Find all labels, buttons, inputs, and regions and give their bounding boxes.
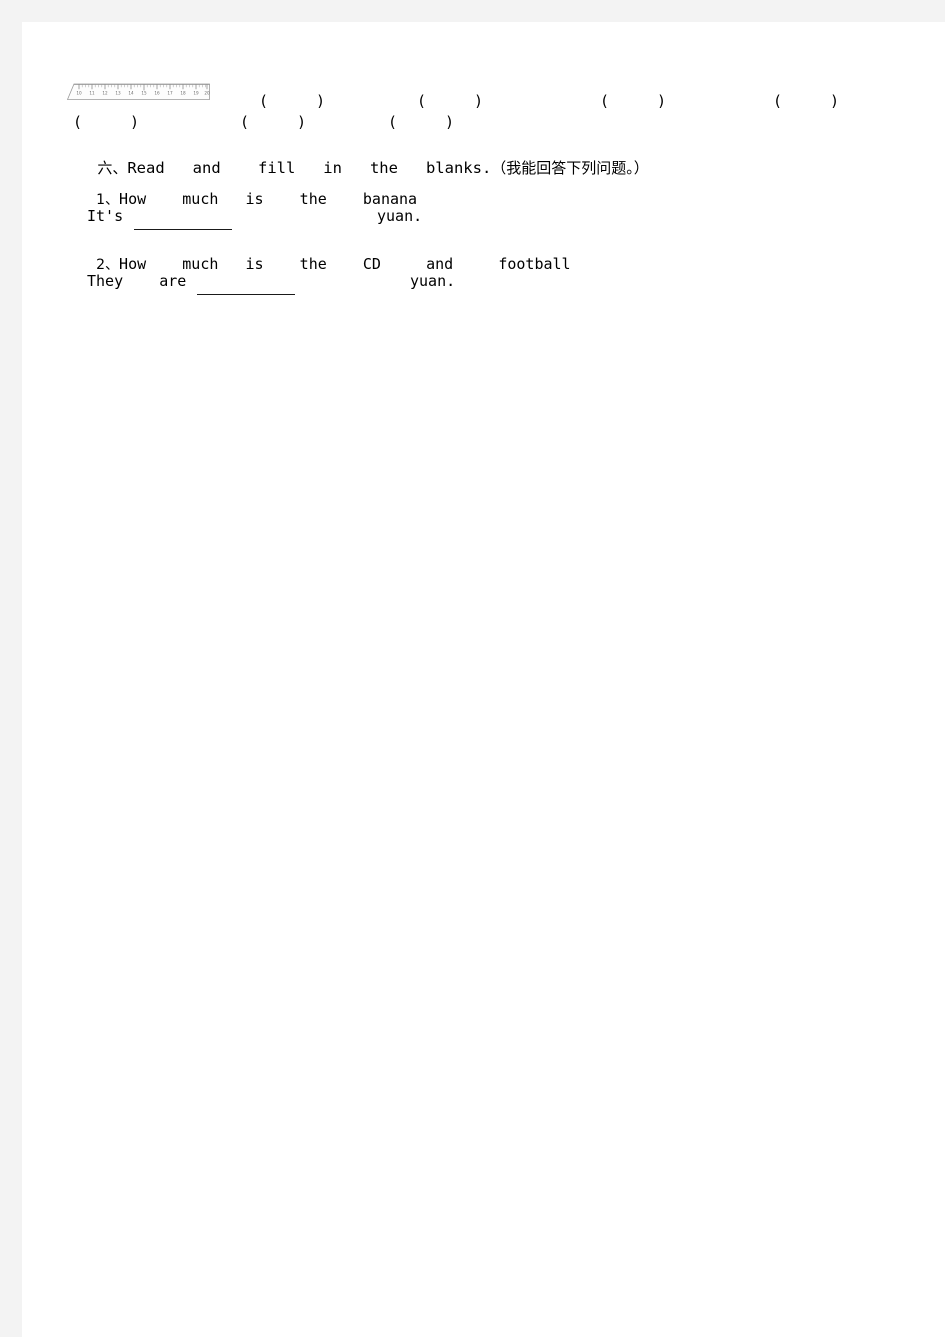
svg-text:10: 10 bbox=[76, 91, 82, 96]
svg-text:12: 12 bbox=[102, 91, 108, 96]
section-chinese-note: （我能回答下列问题。） bbox=[491, 158, 649, 177]
svg-text:15: 15 bbox=[141, 91, 147, 96]
section-title: Read and fill in the blanks. bbox=[127, 158, 492, 177]
ruler-image: 10 11 12 13 14 15 16 17 18 19 20 bbox=[66, 83, 210, 100]
answer-bracket[interactable]: ) bbox=[130, 115, 139, 130]
svg-text:14: 14 bbox=[128, 91, 134, 96]
answer-bracket[interactable]: ( bbox=[600, 94, 609, 109]
answer-bracket[interactable]: ( bbox=[417, 94, 426, 109]
answer-bracket[interactable]: ) bbox=[474, 94, 483, 109]
question-2-number: 2、 bbox=[96, 257, 120, 273]
question-2-answer-suffix: yuan. bbox=[410, 272, 456, 290]
question-2-answer-prefix: They are bbox=[87, 272, 187, 290]
section-number: 六、 bbox=[97, 158, 128, 177]
svg-text:20: 20 bbox=[204, 91, 210, 96]
svg-text:11: 11 bbox=[89, 91, 95, 96]
document-page: 10 11 12 13 14 15 16 17 18 19 20 ( ) ( )… bbox=[22, 22, 945, 1337]
answer-bracket[interactable]: ( bbox=[773, 94, 782, 109]
answer-bracket[interactable]: ) bbox=[830, 94, 839, 109]
answer-bracket[interactable]: ) bbox=[445, 115, 454, 130]
question-2-blank[interactable] bbox=[197, 294, 295, 295]
question-1-number: 1、 bbox=[96, 192, 120, 208]
question-1-blank[interactable] bbox=[134, 229, 232, 230]
question-2-text: How much is the CD and football bbox=[119, 255, 571, 273]
svg-text:19: 19 bbox=[193, 91, 199, 96]
question-1-answer-suffix: yuan. bbox=[377, 207, 423, 225]
answer-bracket[interactable]: ( bbox=[259, 94, 268, 109]
question-1-answer-prefix: It's bbox=[87, 207, 124, 225]
svg-text:16: 16 bbox=[154, 91, 160, 96]
question-1-text: How much is the banana bbox=[119, 190, 418, 208]
svg-text:13: 13 bbox=[115, 91, 121, 96]
answer-bracket[interactable]: ( bbox=[73, 115, 82, 130]
answer-bracket[interactable]: ) bbox=[316, 94, 325, 109]
answer-bracket[interactable]: ( bbox=[240, 115, 249, 130]
svg-text:18: 18 bbox=[180, 91, 186, 96]
answer-bracket[interactable]: ) bbox=[657, 94, 666, 109]
answer-bracket[interactable]: ) bbox=[297, 115, 306, 130]
answer-bracket[interactable]: ( bbox=[388, 115, 397, 130]
svg-text:17: 17 bbox=[167, 91, 173, 96]
